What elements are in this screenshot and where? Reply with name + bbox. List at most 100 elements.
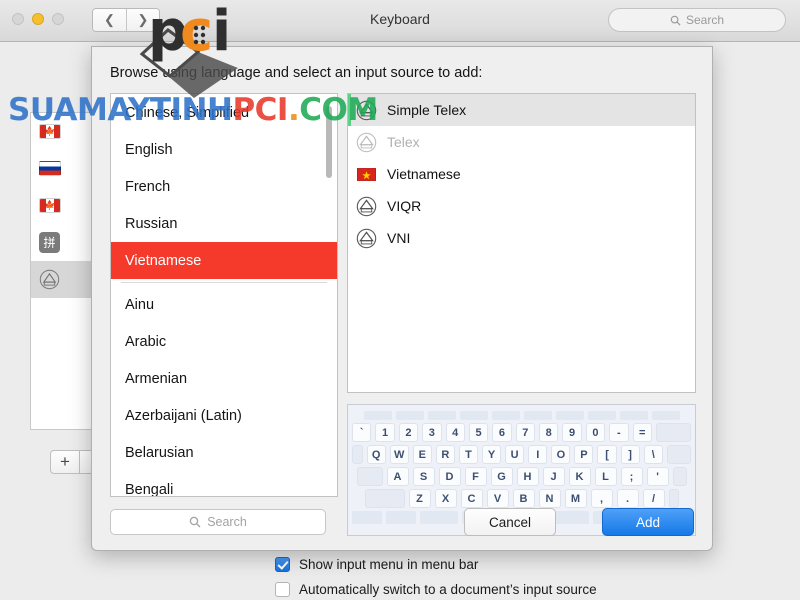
cancel-button[interactable]: Cancel (464, 508, 556, 536)
pane-checkbox-group: Show input menu in menu bar Automaticall… (275, 552, 597, 600)
keyboard-key-blank (672, 467, 687, 486)
conical-hat-icon (356, 100, 377, 120)
keyboard-key: 7 (515, 423, 536, 442)
keyboard-key: Q (366, 445, 386, 464)
keyboard-key: 0 (585, 423, 606, 442)
keyboard-key: T (458, 445, 479, 464)
keyboard-key: I (528, 445, 548, 464)
add-input-source-button[interactable]: + (50, 450, 80, 474)
window-search-field[interactable]: Search (608, 8, 786, 32)
language-item-azerbaijani[interactable]: Azerbaijani (Latin) (111, 397, 337, 434)
flag-canada-csa-icon: 🍁 CSA (39, 198, 61, 213)
language-item-arabic[interactable]: Arabic (111, 323, 337, 360)
flag-russia-icon (39, 161, 61, 176)
conical-hat-icon (356, 196, 377, 216)
input-source-list[interactable]: Simple Telex Telex Vietnamese VIQR VNI (347, 93, 696, 393)
keyboard-key-blank (364, 489, 405, 508)
window-titlebar: ❮ ❯ Keyboard Search (0, 0, 800, 42)
keyboard-key: G (490, 467, 513, 486)
language-item-belarusian[interactable]: Belarusian (111, 434, 337, 471)
keyboard-key: - (609, 423, 629, 442)
han-pinyin-icon: 拼 (39, 232, 60, 253)
checkbox-auto-switch[interactable] (275, 582, 290, 597)
keyboard-row-qwerty: Q W E R T Y U I O P[] \ (352, 445, 691, 464)
input-source-label: Vietnamese (387, 166, 461, 182)
input-source-item-simple-telex[interactable]: Simple Telex (348, 94, 695, 126)
language-item-russian[interactable]: Russian (111, 205, 337, 242)
keyboard-key: K (568, 467, 591, 486)
checkbox-show-input-menu-label: Show input menu in menu bar (299, 557, 479, 572)
conical-hat-icon (39, 269, 60, 290)
keyboard-key: 5 (468, 423, 489, 442)
keyboard-key: Y (482, 445, 502, 464)
input-source-label: Simple Telex (387, 102, 467, 118)
add-input-source-sheet: Browse using language and select an inpu… (91, 46, 713, 551)
keyboard-key: O (551, 445, 571, 464)
keyboard-key-blank (655, 423, 691, 442)
input-source-label: VIQR (387, 198, 422, 214)
keyboard-key: U (505, 445, 525, 464)
input-source-item-viqr[interactable]: VIQR (348, 190, 695, 222)
language-list-scrollbar[interactable] (326, 106, 332, 178)
keyboard-key: F (464, 467, 487, 486)
input-source-label: VNI (387, 230, 411, 246)
keyboard-key: 1 (375, 423, 395, 442)
keyboard-key-blank (666, 445, 691, 464)
keyboard-key: N (538, 489, 561, 508)
flag-canada-icon: 🍁 (39, 124, 61, 139)
sheet-search-field[interactable]: Search (110, 509, 326, 535)
keyboard-key: ` (352, 423, 372, 442)
language-item-french[interactable]: French (111, 168, 337, 205)
checkbox-auto-switch-row[interactable]: Automatically switch to a document’s inp… (275, 577, 597, 600)
keyboard-key: . (616, 489, 639, 508)
add-button[interactable]: Add (602, 508, 694, 536)
keyboard-key: H (516, 467, 539, 486)
language-item-armenian[interactable]: Armenian (111, 360, 337, 397)
keyboard-key: R (435, 445, 455, 464)
keyboard-key: S (412, 467, 435, 486)
sheet-search-placeholder: Search (207, 515, 247, 529)
keyboard-key: [ (597, 445, 617, 464)
keyboard-key-blank (668, 489, 679, 508)
keyboard-key: E (412, 445, 432, 464)
keyboard-key: D (438, 467, 461, 486)
input-source-item-vni[interactable]: VNI (348, 222, 695, 254)
language-item-vietnamese-selected[interactable]: Vietnamese (111, 242, 337, 279)
window-search-placeholder: Search (685, 13, 725, 27)
keyboard-row-bottom: Z X C V B N M,. / (352, 489, 691, 508)
search-icon (670, 15, 681, 26)
keyboard-key: 8 (539, 423, 559, 442)
conical-hat-icon (356, 228, 377, 248)
language-item-bengali[interactable]: Bengali (111, 471, 337, 497)
keyboard-key: W (389, 445, 409, 464)
keyboard-key: / (642, 489, 665, 508)
sheet-heading: Browse using language and select an inpu… (110, 65, 483, 81)
checkbox-auto-switch-label: Automatically switch to a document’s inp… (299, 582, 597, 597)
keyboard-key: = (632, 423, 652, 442)
language-item-chinese-simplified[interactable]: Chinese, Simplified (111, 94, 337, 131)
keyboard-key: ] (620, 445, 640, 464)
keyboard-key: 2 (398, 423, 419, 442)
keyboard-key: M (564, 489, 587, 508)
keyboard-key: L (594, 467, 617, 486)
keyboard-key: V (486, 489, 509, 508)
keyboard-key: 6 (492, 423, 512, 442)
keyboard-key: 4 (445, 423, 465, 442)
keyboard-key: Z (408, 489, 431, 508)
checkbox-show-input-menu[interactable] (275, 557, 290, 572)
keyboard-key-blank (356, 467, 383, 486)
language-item-ainu[interactable]: Ainu (111, 286, 337, 323)
checkbox-show-input-menu-row[interactable]: Show input menu in menu bar (275, 552, 597, 577)
keyboard-key: C (460, 489, 483, 508)
keyboard-key-blank (352, 445, 363, 464)
keyboard-key: 3 (422, 423, 442, 442)
language-item-english[interactable]: English (111, 131, 337, 168)
keyboard-row-home: A S D F G H J K L; ' (352, 467, 691, 486)
keyboard-key: B (512, 489, 535, 508)
input-source-item-vietnamese[interactable]: Vietnamese (348, 158, 695, 190)
language-list[interactable]: Chinese, Simplified English French Russi… (110, 93, 338, 497)
keyboard-key: 9 (562, 423, 582, 442)
keyboard-key: X (434, 489, 457, 508)
keyboard-preferences-screen: ❮ ❯ Keyboard Search 🍁 🍁 CSA (0, 0, 800, 600)
conical-hat-icon (356, 132, 377, 152)
